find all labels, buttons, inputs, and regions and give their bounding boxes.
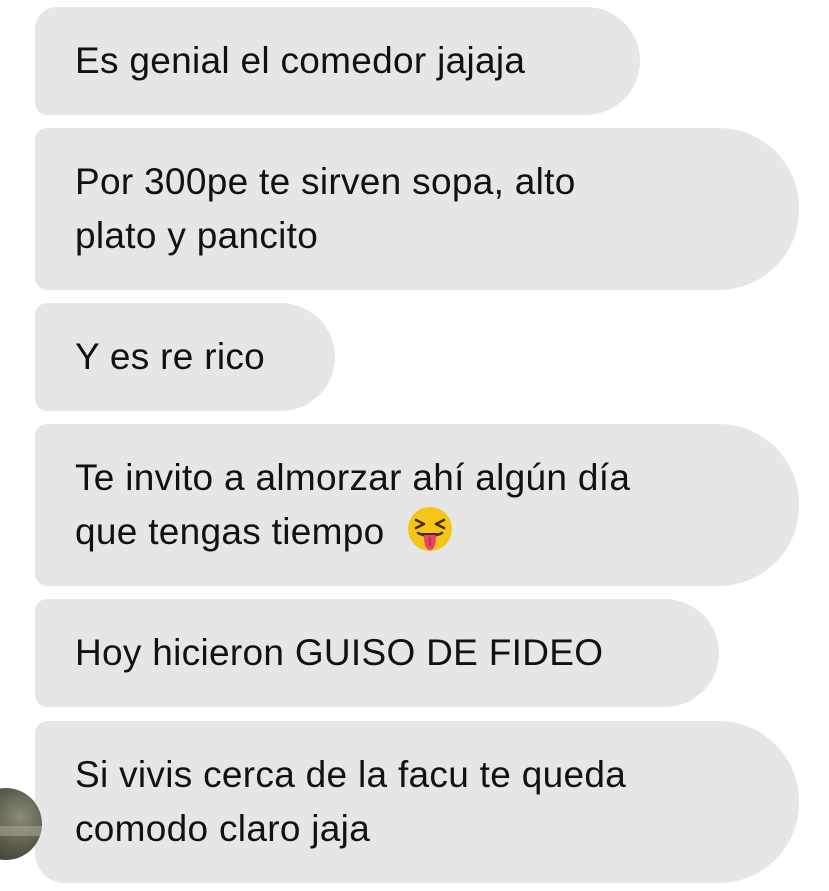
message-line: Por 300pe te sirven sopa, alto [75, 161, 576, 202]
message-line: Es genial el comedor jajaja [75, 40, 526, 81]
message-line: Te invito a almorzar ahí algún día [75, 457, 631, 498]
message-bubble[interactable]: Es genial el comedor jajaja [35, 7, 640, 115]
message-text: Es genial el comedor jajaja [75, 34, 525, 88]
message-line: plato y pancito [75, 215, 319, 256]
message-text: Por 300pe te sirven sopa, alto plato y p… [75, 155, 576, 263]
message-line: Y es re rico [75, 336, 266, 377]
message-bubble[interactable]: Por 300pe te sirven sopa, alto plato y p… [35, 128, 799, 290]
message-line: Si vivis cerca de la facu te queda [75, 754, 627, 795]
message-line: comodo claro jaja [75, 808, 371, 849]
message-bubble[interactable]: Hoy hicieron GUISO DE FIDEO [35, 599, 719, 707]
message-text: Y es re rico [75, 330, 265, 384]
message-bubble[interactable]: Te invito a almorzar ahí algún día que t… [35, 424, 799, 586]
message-bubble[interactable]: Y es re rico [35, 303, 335, 411]
message-text: Si vivis cerca de la facu te queda comod… [75, 748, 626, 856]
message-line: que tengas tiempo [75, 511, 385, 552]
message-text: Hoy hicieron GUISO DE FIDEO [75, 626, 603, 680]
message-thread: Es genial el comedor jajaja Por 300pe te… [0, 0, 829, 891]
message-line: Hoy hicieron GUISO DE FIDEO [75, 632, 604, 673]
message-bubble[interactable]: Si vivis cerca de la facu te queda comod… [35, 721, 799, 883]
squinting-tongue-face-icon [408, 507, 453, 551]
message-text: Te invito a almorzar ahí algún día que t… [75, 451, 630, 559]
